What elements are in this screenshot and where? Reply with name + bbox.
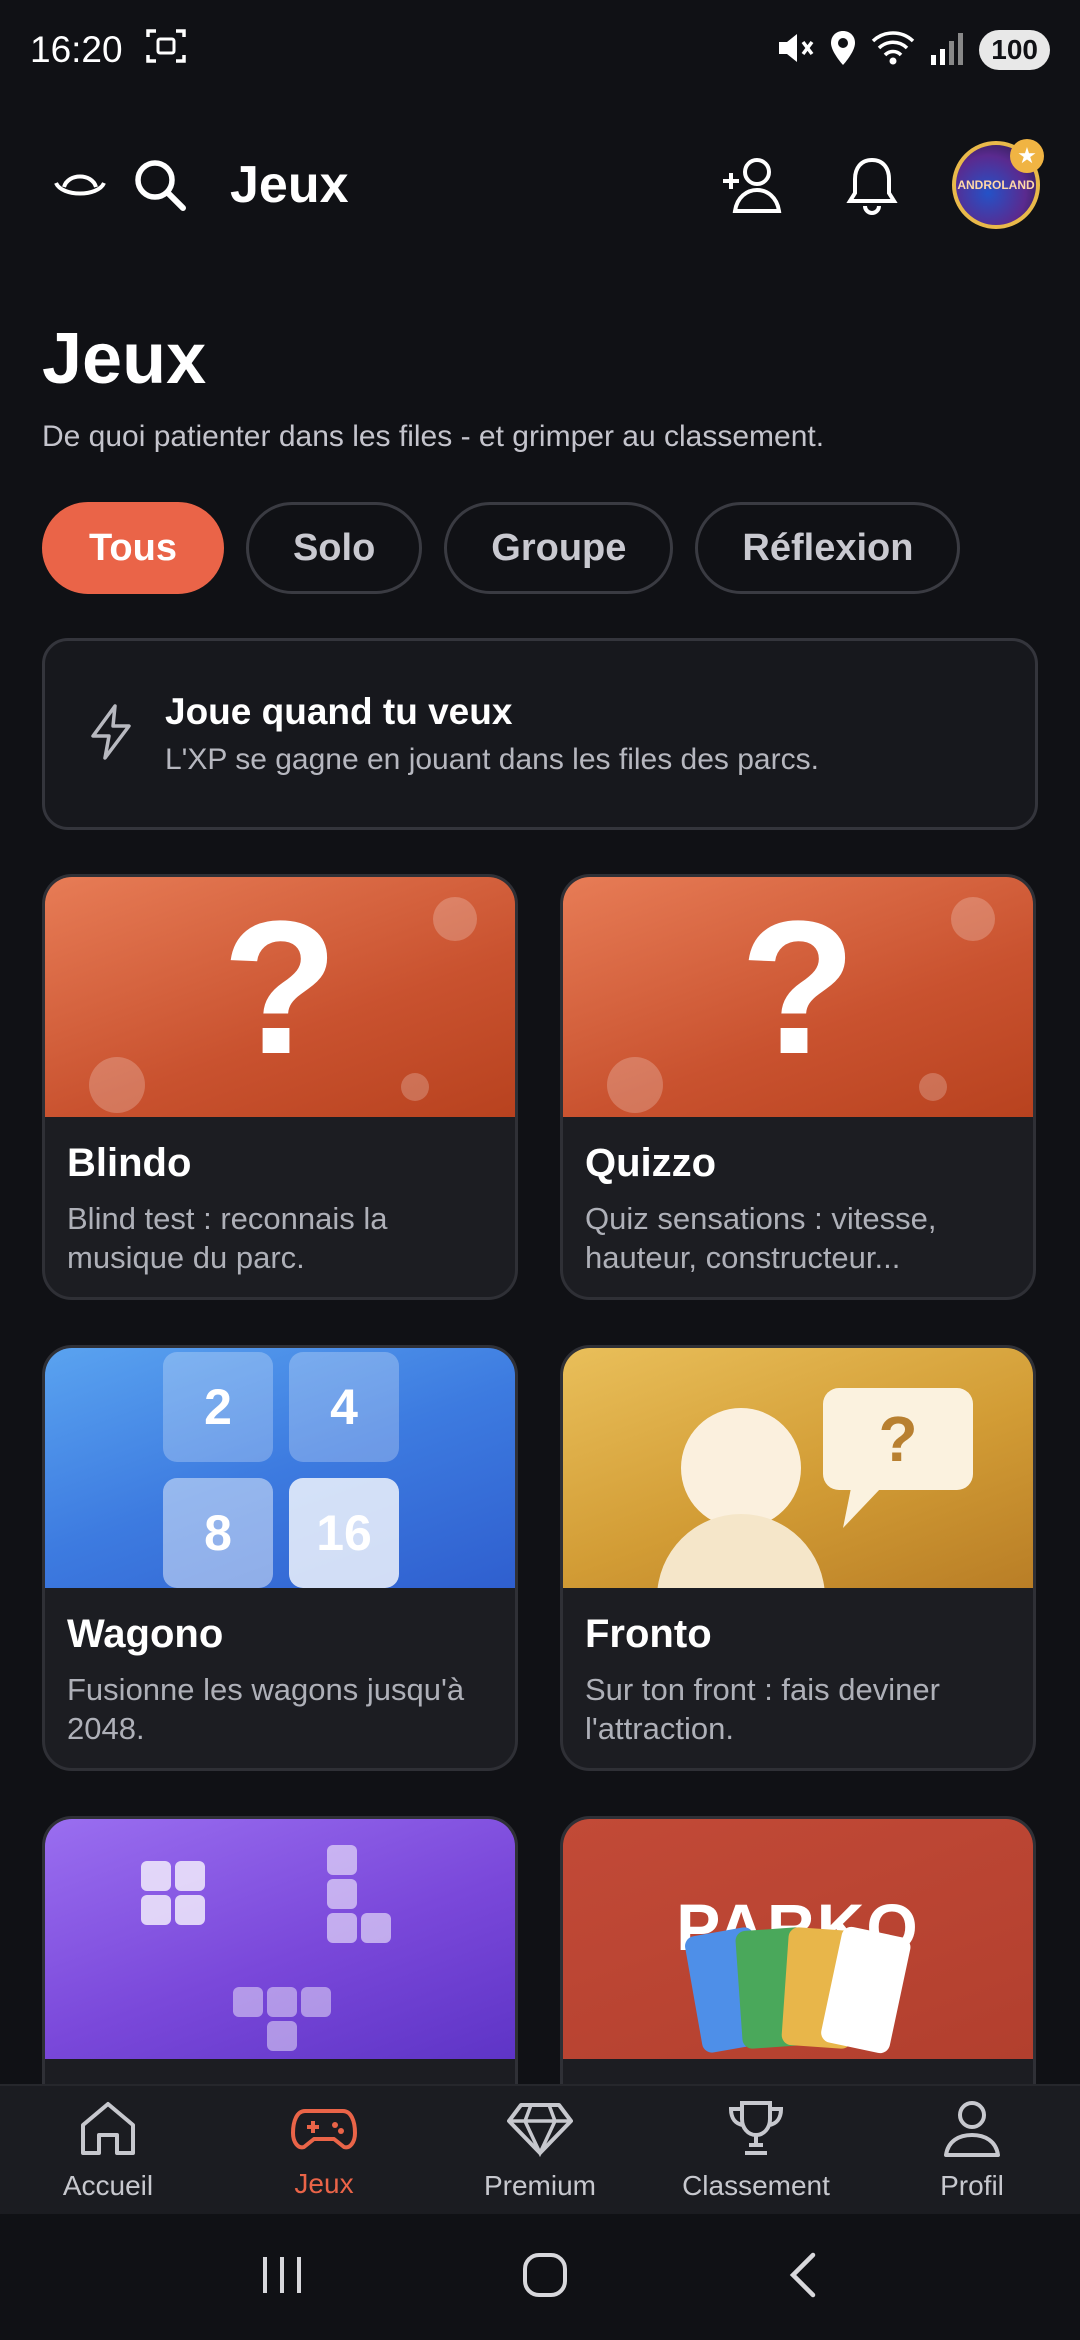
nav-label: Profil — [940, 2169, 1004, 2201]
nav-item-classement[interactable]: Classement — [648, 2086, 864, 2214]
bottom-navigation: Accueil Jeux Premium Classement Profil — [0, 2084, 1080, 2214]
nav-item-accueil[interactable]: Accueil — [0, 2086, 216, 2214]
status-time: 16:20 — [30, 29, 123, 70]
filter-chip-groupe[interactable]: Groupe — [444, 502, 674, 594]
mute-icon — [775, 29, 815, 72]
recent-apps-icon[interactable] — [257, 2253, 307, 2302]
game-card-image: ? — [563, 1348, 1033, 1588]
game-card-blindo[interactable]: ? Blindo Blind test : reconnais la musiq… — [42, 874, 518, 1300]
tile-4: 4 — [289, 1352, 399, 1462]
game-card-description: Fusionne les wagons jusqu'à 2048. — [67, 1672, 465, 1746]
filter-chip-reflexion[interactable]: Réflexion — [695, 502, 961, 594]
tile-2: 2 — [163, 1352, 273, 1462]
system-navigation-bar — [0, 2214, 1080, 2340]
tile-16: 16 — [289, 1478, 399, 1588]
signal-icon — [929, 29, 965, 72]
game-card-title: Fronto — [585, 1612, 712, 1656]
nav-label: Accueil — [62, 2169, 154, 2201]
filter-chip-solo[interactable]: Solo — [245, 502, 423, 594]
add-friend-icon[interactable] — [712, 145, 792, 225]
game-card-description: Blind test : reconnais la musique du par… — [67, 1201, 388, 1275]
banner-subtitle: L'XP se gagne en jouant dans les files d… — [165, 743, 819, 776]
nav-item-premium[interactable]: Premium — [432, 2086, 648, 2214]
wifi-icon — [871, 29, 915, 72]
info-banner: Joue quand tu veux L'XP se gagne en joua… — [42, 638, 1038, 830]
nav-label: Premium — [483, 2169, 596, 2201]
search-icon[interactable] — [120, 145, 200, 225]
diamond-icon — [507, 2099, 573, 2164]
game-card-fronto[interactable]: ? Fronto Sur ton front : fais deviner l'… — [560, 1345, 1036, 1771]
tile-8: 8 — [163, 1478, 273, 1588]
avatar[interactable]: ANDROLAND ★ — [952, 139, 1044, 229]
lightning-icon — [87, 703, 135, 766]
back-icon[interactable] — [783, 2250, 823, 2305]
filter-chips: Tous Solo Groupe Réflexion — [42, 502, 961, 594]
status-bar: 16:20 100 — [0, 0, 1080, 100]
question-mark-icon: ? — [878, 1403, 918, 1475]
avatar-star-badge: ★ — [1010, 139, 1044, 173]
game-card-title: Blindo — [67, 1141, 192, 1185]
cards-illustration — [685, 1926, 911, 2054]
game-card-image — [45, 1819, 515, 2059]
battery-indicator: 100 — [979, 30, 1050, 70]
home-button-icon[interactable] — [520, 2250, 570, 2305]
game-card-quizzo[interactable]: ? Quizzo Quiz sensations : vitesse, haut… — [560, 874, 1036, 1300]
nav-label: Classement — [682, 2169, 830, 2201]
nav-label: Jeux — [294, 2167, 354, 2199]
game-card-description: Quiz sensations : vitesse, hauteur, cons… — [585, 1201, 937, 1275]
blocks-illustration — [141, 1845, 391, 2051]
avatar-logo-text: ANDROLAND — [957, 178, 1035, 192]
filter-chip-tous[interactable]: Tous — [42, 502, 224, 594]
location-icon — [829, 29, 857, 72]
game-card-image: ? — [563, 877, 1033, 1117]
nav-item-profil[interactable]: Profil — [864, 2086, 1080, 2214]
game-card-title: Wagono — [67, 1612, 224, 1656]
page-subtitle: De quoi patienter dans les files - et gr… — [42, 420, 825, 453]
game-card-image: PARKO — [563, 1819, 1033, 2059]
game-card-wagono[interactable]: 2 4 8 16 Wagono Fusionne les wagons jusq… — [42, 1345, 518, 1771]
header-title: Jeux — [230, 156, 349, 214]
app-logo-icon[interactable] — [40, 145, 120, 225]
notifications-bell-icon[interactable] — [832, 145, 912, 225]
game-card-title: Quizzo — [585, 1141, 717, 1185]
game-card-image: 2 4 8 16 — [45, 1348, 515, 1588]
user-icon — [941, 2099, 1003, 2164]
page-title: Jeux — [42, 319, 207, 399]
question-mark-icon: ? — [739, 882, 857, 1094]
trophy-icon — [725, 2099, 787, 2164]
question-mark-icon: ? — [221, 882, 339, 1094]
game-card-description: Sur ton front : fais deviner l'attractio… — [585, 1672, 940, 1746]
home-icon — [77, 2099, 139, 2164]
nav-item-jeux[interactable]: Jeux — [216, 2086, 432, 2214]
game-card-image: ? — [45, 877, 515, 1117]
app-header: Jeux ANDROLAND ★ — [0, 130, 1080, 240]
banner-title: Joue quand tu veux — [165, 691, 513, 732]
screenshot-icon — [145, 27, 187, 74]
gamepad-icon — [291, 2101, 357, 2162]
